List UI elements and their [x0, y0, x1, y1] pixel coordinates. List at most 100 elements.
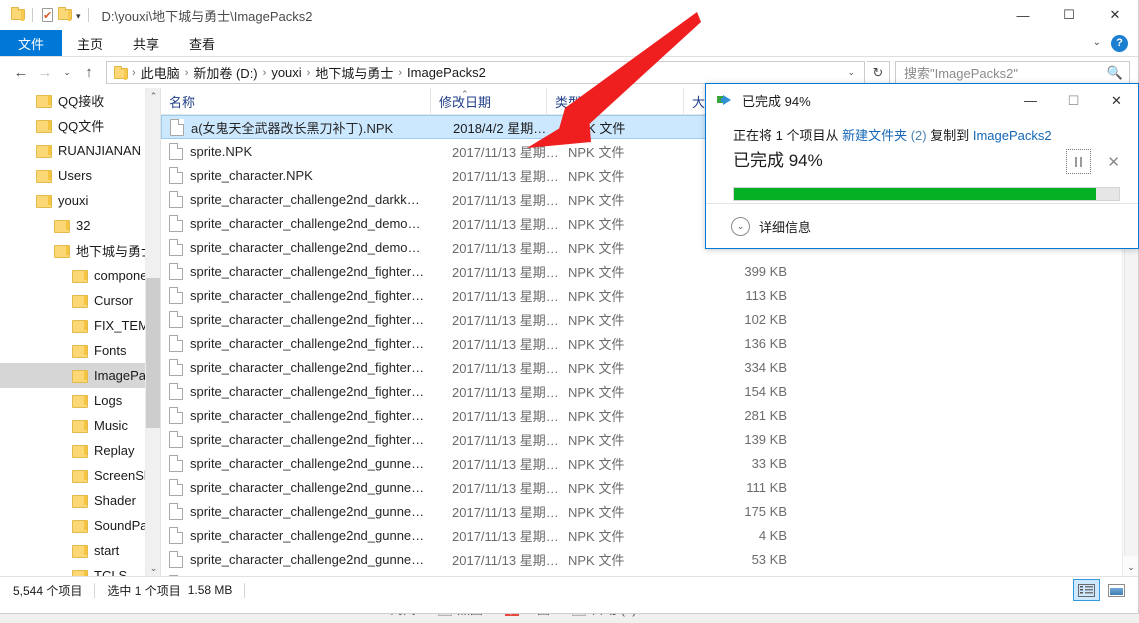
pause-button[interactable] — [1066, 149, 1092, 174]
dialog-footer: ⌄ 详细信息 — [706, 203, 1138, 248]
scroll-up-icon[interactable]: ⌃ — [146, 88, 160, 104]
tab-share[interactable]: 共享 — [118, 30, 174, 56]
sidebar-scrollbar[interactable]: ⌃ ⌄ — [145, 88, 160, 576]
help-icon[interactable]: ? — [1111, 34, 1128, 52]
close-button[interactable]: ✕ — [1092, 0, 1138, 30]
sidebar-item-10[interactable]: Fonts — [0, 338, 160, 363]
cancel-button[interactable]: ✕ — [1107, 153, 1120, 171]
recent-locations-icon[interactable]: ⌄ — [58, 62, 76, 84]
sidebar-item-8[interactable]: Cursor — [0, 288, 160, 313]
folder-icon — [72, 369, 88, 383]
large-icons-view-button[interactable] — [1103, 579, 1130, 601]
copy-source-suffix: (2) — [907, 128, 927, 143]
sidebar-item-7[interactable]: componen — [0, 263, 160, 288]
sidebar-item-label: Fonts — [94, 343, 127, 358]
table-row[interactable]: sprite_character_challenge2nd_fighter… 20… — [161, 307, 1138, 331]
cell-size: 139 KB — [744, 431, 787, 447]
cell-name: sprite_character_challenge2nd_fighter… — [190, 287, 425, 303]
table-row[interactable]: sprite_character_challenge2nd_fighter… 20… — [161, 427, 1138, 451]
cell-name: sprite_character.NPK — [190, 167, 313, 183]
folder-icon[interactable] — [9, 6, 27, 24]
breadcrumb[interactable]: › 此电脑 › 新加卷 (D:) › youxi › 地下城与勇士 › Imag… — [106, 61, 865, 84]
sidebar-item-label: Cursor — [94, 293, 134, 308]
table-row[interactable]: sprite_character_challenge2nd_gunne…2017… — [161, 451, 1138, 475]
new-folder-icon[interactable] — [56, 6, 74, 24]
sidebar-item-13[interactable]: Music — [0, 413, 160, 438]
maximize-button[interactable]: ☐ — [1046, 0, 1092, 30]
sidebar-item-14[interactable]: Replay — [0, 438, 160, 463]
column-header-type[interactable]: 类型 — [546, 88, 683, 115]
table-row[interactable]: sprite_character_challenge2nd_gunne…2017… — [161, 499, 1138, 523]
sidebar-item-0[interactable]: QQ接收 — [0, 88, 160, 113]
tab-home[interactable]: 主页 — [62, 30, 118, 56]
details-view-button[interactable] — [1073, 579, 1100, 601]
copy-source-link[interactable]: 新建文件夹 — [842, 128, 907, 143]
sidebar-item-4[interactable]: youxi — [0, 188, 160, 213]
table-row[interactable]: sprite_character_challenge2nd_fighter… 20… — [161, 355, 1138, 379]
cell-date: 2018/4/2 星期… — [453, 120, 547, 136]
search-input[interactable]: 搜索"ImagePacks2" 🔍 — [895, 61, 1130, 84]
cell-size: 111 KB — [746, 479, 787, 495]
sidebar-item-19[interactable]: TCLS — [0, 563, 160, 576]
chevron-down-icon[interactable]: ⌄ — [840, 67, 862, 78]
table-row[interactable]: sprite_character_challenge2nd_fighter… 20… — [161, 331, 1138, 355]
refresh-button[interactable]: ↻ — [867, 61, 890, 84]
sidebar-item-18[interactable]: start — [0, 538, 160, 563]
cell-type: NPK 文件 — [568, 552, 625, 568]
chevron-down-icon[interactable]: ⌄ — [1093, 38, 1101, 48]
tab-view[interactable]: 查看 — [174, 30, 230, 56]
table-row[interactable]: sprite_character_challenge2nd_fighter… 20… — [161, 283, 1138, 307]
column-header-name[interactable]: 名称 — [161, 88, 430, 115]
forward-button[interactable]: → — [34, 62, 56, 84]
scroll-down-icon[interactable]: ⌄ — [1123, 558, 1138, 576]
table-row[interactable]: sprite_character_challenge2nd_gunne…2017… — [161, 475, 1138, 499]
breadcrumb-item-3[interactable]: 地下城与勇士 — [312, 63, 396, 82]
sidebar-item-6[interactable]: 地下城与勇士 — [0, 238, 160, 263]
sidebar-item-17[interactable]: SoundPack — [0, 513, 160, 538]
sidebar-item-1[interactable]: QQ文件 — [0, 113, 160, 138]
breadcrumb-item-0[interactable]: 此电脑 — [138, 63, 183, 82]
table-row[interactable]: sprite_character_challenge2nd_fighter… 20… — [161, 259, 1138, 283]
chevron-down-icon[interactable]: ⌄ — [731, 216, 750, 236]
cell-size: 53 KB — [751, 551, 787, 567]
back-button[interactable]: ← — [10, 62, 32, 84]
sidebar-item-16[interactable]: Shader — [0, 488, 160, 513]
view-mode-buttons — [1073, 579, 1138, 601]
sidebar-item-label: Music — [94, 418, 128, 433]
details-toggle-label[interactable]: 详细信息 — [759, 217, 811, 236]
cell-name: sprite_character_challenge2nd_gunne… — [190, 503, 425, 519]
copy-target-link[interactable]: ImagePacks2 — [973, 128, 1052, 143]
search-icon[interactable]: 🔍 — [1107, 65, 1123, 81]
sidebar-item-15[interactable]: ScreenSho — [0, 463, 160, 488]
cell-type: NPK 文件 — [568, 240, 625, 256]
up-button[interactable]: ↑ — [78, 62, 100, 84]
table-row[interactable]: sprite_character_challenge2nd_gunne…2017… — [161, 547, 1138, 571]
breadcrumb-item-1[interactable]: 新加卷 (D:) — [190, 63, 260, 82]
sidebar-item-12[interactable]: Logs — [0, 388, 160, 413]
column-header-date[interactable]: 修改日期 — [430, 88, 546, 115]
dialog-close-button[interactable]: ✕ — [1095, 84, 1138, 117]
scroll-down-icon[interactable]: ⌄ — [146, 560, 160, 576]
breadcrumb-item-4[interactable]: ImagePacks2 — [404, 65, 489, 80]
sidebar-item-9[interactable]: FIX_TEMP_ — [0, 313, 160, 338]
sidebar-item-11[interactable]: ImagePack — [0, 363, 160, 388]
cell-size: 399 KB — [744, 263, 787, 279]
sidebar-item-2[interactable]: RUANJIANAN — [0, 138, 160, 163]
dialog-maximize-button[interactable]: ☐ — [1052, 84, 1095, 117]
sidebar-item-3[interactable]: Users — [0, 163, 160, 188]
table-row[interactable]: sprite_character_challenge2nd_fighter… 20… — [161, 403, 1138, 427]
sidebar-scroll-thumb[interactable] — [146, 278, 160, 428]
table-row[interactable]: sprite_character_challenge2nd_gunne…2017… — [161, 523, 1138, 547]
table-row[interactable]: sprite_character_challenge2nd_gunne…2017… — [161, 571, 1138, 576]
table-row[interactable]: sprite_character_challenge2nd_fighter… 20… — [161, 379, 1138, 403]
status-item-count: 5,544 个项目 — [13, 583, 83, 598]
customize-quick-access-icon[interactable]: ▾ — [76, 11, 81, 21]
breadcrumb-item-2[interactable]: youxi — [268, 65, 304, 80]
sidebar-item-5[interactable]: 32 — [0, 213, 160, 238]
properties-icon[interactable]: ✔ — [38, 6, 56, 24]
dialog-minimize-button[interactable]: — — [1009, 84, 1052, 117]
tab-file[interactable]: 文件 — [0, 30, 63, 56]
minimize-button[interactable]: — — [1000, 0, 1046, 30]
cell-size: 154 KB — [744, 383, 787, 399]
breadcrumb-separator: › — [306, 66, 311, 79]
